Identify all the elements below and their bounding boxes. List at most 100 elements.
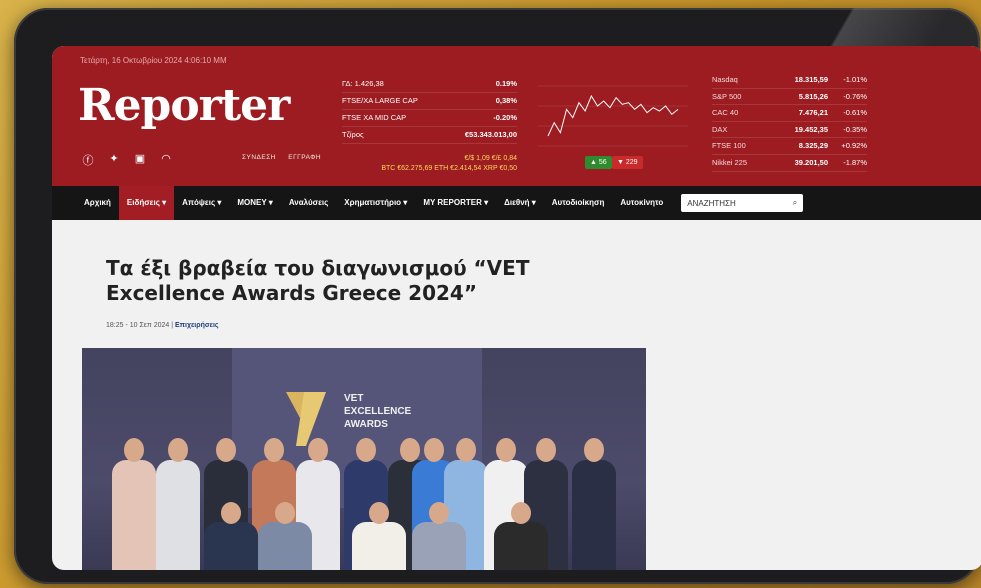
market-value: 0,38% — [495, 96, 517, 105]
index-row: FTSE 100 8.325,29 +0.92% — [712, 138, 867, 155]
site-logo[interactable]: Reporter — [78, 80, 290, 131]
index-change: -0.61% — [843, 108, 867, 118]
chart-line — [547, 94, 679, 137]
market-row: FTSE XA MID CAP -0.20% — [342, 110, 517, 127]
nav-item[interactable]: MY REPORTER ▾ — [415, 186, 496, 220]
browser-screen: Τετάρτη, 16 Οκτωβρίου 2024 4:06:10 ΜΜ Re… — [52, 46, 981, 570]
article-title: Τα έξι βραβεία του διαγωνισμού “VET Exce… — [106, 256, 530, 305]
index-value: 19.452,35 — [794, 124, 828, 134]
person — [112, 460, 156, 570]
fx-rates: €/$ 1,09 €/£ 0,84 — [464, 155, 517, 162]
nav-item-label: Διεθνή — [504, 198, 530, 207]
person-head — [264, 438, 284, 462]
index-row: CAC 40 7.476,21 -0.61% — [712, 105, 867, 122]
nav-item[interactable]: Αναλύσεις — [281, 186, 336, 220]
current-date: Τετάρτη, 16 Οκτωβρίου 2024 4:06:10 ΜΜ — [80, 56, 227, 65]
nav-item[interactable]: Αυτοδιοίκηση — [544, 186, 613, 220]
nav-item-label: Αναλύσεις — [288, 198, 329, 207]
nav-item[interactable]: Διεθνή ▾ — [496, 186, 544, 220]
index-value: 18.315,59 — [794, 75, 828, 84]
person-head — [456, 438, 476, 462]
person-head — [511, 502, 531, 524]
person-head — [356, 438, 376, 462]
index-change: -1.01% — [843, 75, 867, 84]
index-name: CAC 40 — [712, 108, 739, 118]
person-head — [536, 438, 556, 462]
market-name: FTSE XA MID CAP — [342, 113, 407, 122]
person-head — [424, 438, 444, 462]
index-name: Nikkei 225 — [712, 157, 748, 167]
article-photo: VET EXCELLENCE AWARDS — [82, 348, 646, 570]
auth-links: ΣΥΝΔΕΣΗ ΕΓΓΡΑΦΗ — [242, 154, 331, 161]
person-head — [584, 438, 604, 462]
article-category[interactable]: Επιχειρήσεις — [175, 322, 219, 329]
person-head — [400, 438, 420, 462]
person — [412, 522, 466, 570]
twitter-icon[interactable]: ✦ — [108, 152, 120, 168]
market-name: ΓΔ: 1.426,38 — [342, 79, 384, 88]
nav-item-label: Ειδήσεις — [126, 198, 160, 207]
login-link[interactable]: ΣΥΝΔΕΣΗ — [242, 154, 276, 161]
index-name: S&P 500 — [712, 91, 742, 101]
market-name: Τζίρος — [342, 130, 364, 139]
market-name: FTSE/XA LARGE CAP — [342, 96, 418, 105]
main-nav: Αρχική Ειδήσεις ▾ Απόψεις ▾ MONEY ▾ Αναλύσει… — [52, 186, 981, 220]
chevron-down-icon: ▾ — [529, 198, 536, 207]
print-icon[interactable]: ▣ — [134, 152, 146, 168]
market-chart-svg — [538, 85, 688, 147]
index-name: FTSE 100 — [712, 141, 746, 151]
search-icon: ⌕ — [792, 198, 798, 207]
chevron-down-icon: ▾ — [401, 198, 408, 207]
athens-market-box: ΓΔ: 1.426,38 0.19% FTSE/XA LARGE CAP 0,38%… — [342, 76, 517, 144]
nav-item-label: Αρχική — [84, 198, 111, 207]
nav-item-label: MY REPORTER — [423, 198, 482, 207]
fx-crypto-box: €/$ 1,09 €/£ 0,84 BTC €62.275,69 ETH €2.… — [342, 154, 517, 174]
person — [494, 522, 548, 570]
site-header: Τετάρτη, 16 Οκτωβρίου 2024 4:06:10 ΜΜ Re… — [52, 46, 981, 186]
article-time: 18:25 - 10 Σεπ 2024 | — [106, 322, 174, 329]
person — [352, 522, 406, 570]
nav-item-label: Αυτοκίνητο — [620, 198, 664, 207]
chevron-down-icon: ▾ — [266, 198, 273, 207]
chevron-down-icon: ▾ — [159, 198, 167, 207]
nav-item-label: MONEY — [237, 198, 267, 207]
social-links: ⓕ ✦ ▣ ◠ — [82, 152, 172, 168]
market-value: -0.20% — [493, 113, 517, 122]
index-name: DAX — [712, 124, 728, 134]
facebook-icon[interactable]: ⓕ — [82, 152, 94, 168]
nav-item-label: Αυτοδιοίκηση — [551, 198, 605, 207]
nav-item-label: Χρηματιστήριο — [344, 198, 402, 207]
tablet-frame: Τετάρτη, 16 Οκτωβρίου 2024 4:06:10 ΜΜ Re… — [14, 8, 981, 584]
rss-icon[interactable]: ◠ — [160, 152, 172, 168]
market-value: €53.343.013,00 — [464, 130, 517, 139]
index-value: 5.815,26 — [798, 91, 828, 101]
index-row: DAX 19.452,35 -0.35% — [712, 122, 867, 139]
index-change: -0.35% — [843, 124, 867, 134]
nav-item[interactable]: Ειδήσεις ▾ — [118, 186, 175, 220]
person-head — [221, 502, 241, 524]
photo-caption-text: VET EXCELLENCE AWARDS — [344, 393, 412, 430]
index-row: Nasdaq 18.315,59 -1.01% — [712, 72, 867, 89]
index-value: 39.201,50 — [794, 157, 828, 167]
person — [258, 522, 312, 570]
nav-item[interactable]: MONEY ▾ — [229, 186, 280, 220]
index-value: 7.476,21 — [798, 108, 828, 118]
index-value: 8.325,29 — [798, 141, 828, 151]
nav-item[interactable]: Αυτοκίνητο — [612, 186, 671, 220]
search-placeholder: ΑΝΑΖΗΤΗΣΗ — [687, 198, 736, 208]
person-head — [308, 438, 328, 462]
search-input[interactable]: ΑΝΑΖΗΤΗΣΗ ⌕ — [681, 194, 804, 212]
nav-item[interactable]: Χρηματιστήριο ▾ — [336, 186, 415, 220]
nav-item[interactable]: Αρχική — [76, 186, 119, 220]
person-head — [369, 502, 389, 524]
person-head — [429, 502, 449, 524]
chevron-down-icon: ▾ — [481, 198, 489, 207]
index-change: +0.92% — [841, 141, 867, 151]
index-change: -0.76% — [843, 91, 867, 101]
advancers-badge: ▲ 56 — [585, 156, 612, 169]
register-link[interactable]: ΕΓΓΡΑΦΗ — [288, 154, 321, 161]
index-name: Nasdaq — [712, 75, 738, 84]
person-head — [124, 438, 144, 462]
person — [156, 460, 200, 570]
nav-item[interactable]: Απόψεις ▾ — [174, 186, 229, 220]
